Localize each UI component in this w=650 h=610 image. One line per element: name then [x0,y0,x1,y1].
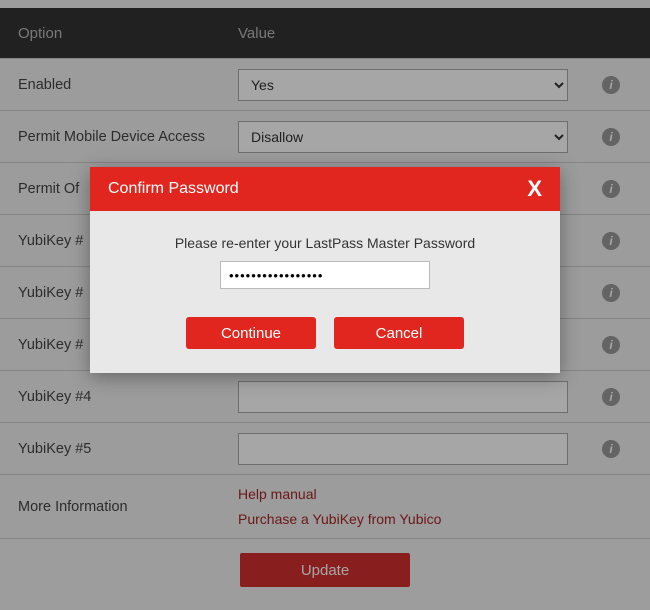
cancel-button[interactable]: Cancel [334,317,464,349]
confirm-password-modal: Confirm Password X Please re-enter your … [90,167,560,373]
modal-header: Confirm Password X [90,167,560,211]
close-icon[interactable]: X [527,176,542,202]
modal-title: Confirm Password [108,180,239,198]
modal-body: Please re-enter your LastPass Master Pas… [90,211,560,373]
continue-button[interactable]: Continue [186,317,316,349]
modal-prompt: Please re-enter your LastPass Master Pas… [110,235,540,251]
master-password-input[interactable] [220,261,430,289]
